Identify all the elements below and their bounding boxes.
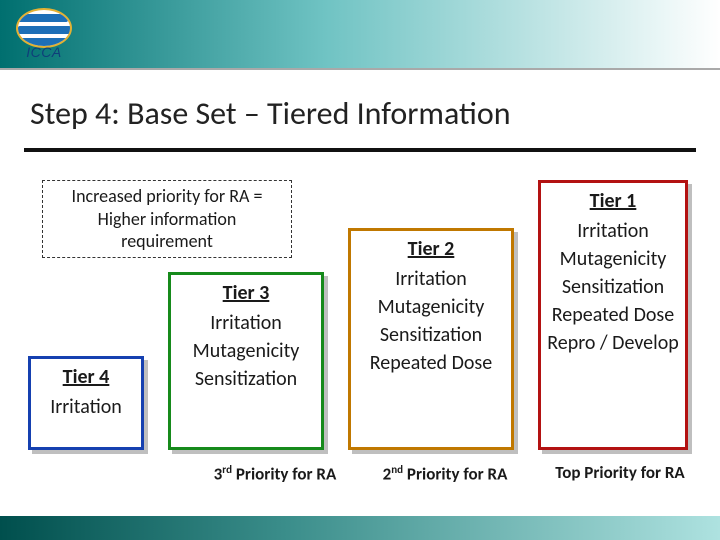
tier-3-box: Tier 3 Irritation Mutagenicity Sensitiza… bbox=[168, 272, 324, 450]
tier-1-entry: Repeated Dose bbox=[541, 303, 685, 327]
header-band bbox=[0, 0, 720, 70]
caption-row: 3rd Priority for RA 2nd Priority for RA … bbox=[0, 462, 720, 485]
tier-1-entry: Sensitization bbox=[541, 275, 685, 299]
logo: ICCA bbox=[12, 4, 76, 62]
caption-tier-2: 2nd Priority for RA bbox=[360, 462, 530, 485]
logo-text: ICCA bbox=[12, 44, 76, 60]
priority-note: Increased priority for RA = Higher infor… bbox=[42, 180, 292, 258]
tier-3-entry: Mutagenicity bbox=[171, 339, 321, 363]
logo-oval bbox=[16, 8, 72, 48]
tier-1-entry: Irritation bbox=[541, 219, 685, 243]
tier-2-head: Tier 2 bbox=[351, 237, 511, 261]
tier-4-box: Tier 4 Irritation bbox=[28, 356, 144, 450]
footer-band bbox=[0, 516, 720, 540]
tier-2-entry: Irritation bbox=[351, 267, 511, 291]
title-underline bbox=[24, 148, 696, 152]
caption-tier-3: 3rd Priority for RA bbox=[190, 462, 360, 485]
tier-1-entry: Mutagenicity bbox=[541, 247, 685, 271]
tier-3-head: Tier 3 bbox=[171, 281, 321, 305]
tier-4-entry: Irritation bbox=[31, 395, 141, 419]
tier-2-entry: Mutagenicity bbox=[351, 295, 511, 319]
tier-4-head: Tier 4 bbox=[31, 365, 141, 389]
tier-1-box: Tier 1 Irritation Mutagenicity Sensitiza… bbox=[538, 180, 688, 450]
tier-1-head: Tier 1 bbox=[541, 189, 685, 213]
tier-2-box: Tier 2 Irritation Mutagenicity Sensitiza… bbox=[348, 228, 514, 450]
tier-3-entry: Irritation bbox=[171, 311, 321, 335]
slide: ICCA Step 4: Base Set – Tiered Informati… bbox=[0, 0, 720, 540]
tier-2-entry: Repeated Dose bbox=[351, 351, 511, 375]
tier-1-entry: Repro / Develop bbox=[541, 331, 685, 355]
caption-tier-1: Top Priority for RA bbox=[530, 462, 710, 485]
tier-3-entry: Sensitization bbox=[171, 367, 321, 391]
tier-2-entry: Sensitization bbox=[351, 323, 511, 347]
slide-title: Step 4: Base Set – Tiered Information bbox=[30, 94, 690, 133]
